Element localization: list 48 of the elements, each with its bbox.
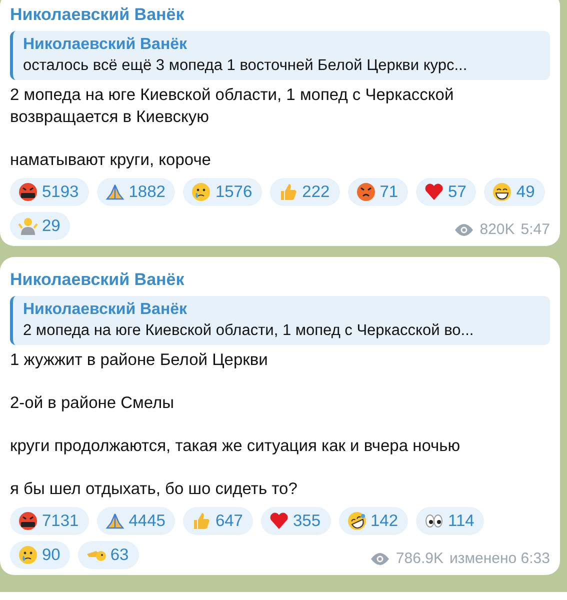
thumbs-up-icon bbox=[191, 511, 212, 531]
reaction-chip[interactable]: 5193 bbox=[10, 178, 89, 206]
view-count: 786.9K bbox=[396, 550, 444, 567]
reaction-chip[interactable]: 1882 bbox=[96, 178, 176, 206]
reaction-chip[interactable]: 355 bbox=[260, 507, 330, 535]
reaction-chip[interactable]: 57 bbox=[416, 178, 476, 206]
message-text: наматывают круги, короче bbox=[10, 150, 212, 171]
reaction-chip[interactable]: 1576 bbox=[183, 178, 262, 206]
reaction-chip[interactable]: 4445 bbox=[96, 507, 176, 535]
crying-face-icon bbox=[18, 545, 38, 565]
message-time: 5:47 bbox=[520, 221, 550, 238]
shrugging-person-icon bbox=[18, 216, 38, 236]
message-text: я бы шел отдыхать, бо шо сидеть то? bbox=[10, 479, 298, 500]
reaction-chip[interactable]: 114 bbox=[416, 507, 484, 535]
message-text: 2 мопеда на юге Киевской области, 1 мопед с Черкасской возвращается в Киевскую bbox=[10, 85, 455, 128]
view-count: 820K bbox=[480, 221, 515, 238]
heart-icon bbox=[268, 511, 289, 531]
grinning-face-icon bbox=[492, 182, 512, 202]
reaction-chip[interactable]: 90 bbox=[10, 541, 70, 569]
reply-quote[interactable]: Николаевский Ванёк осталось всё ещё 3 мопеда 1 восточней Белой Церкви курс... bbox=[10, 31, 550, 80]
angry-face-icon bbox=[356, 182, 376, 202]
author-name: Николаевский Ванёк bbox=[10, 269, 186, 291]
cursing-face-icon bbox=[18, 511, 38, 531]
reply-author: Николаевский Ванёк bbox=[23, 35, 188, 55]
reply-text: 2 мопеда на юге Киевской области, 1 мопед с Черкасской во... bbox=[23, 321, 475, 341]
message-time: изменено 6:33 bbox=[449, 550, 550, 567]
reaction-chip[interactable]: 222 bbox=[270, 178, 340, 206]
heart-icon bbox=[424, 182, 444, 202]
author-name: Николаевский Ванёк bbox=[10, 4, 186, 26]
reaction-chip[interactable]: 49 bbox=[484, 178, 545, 206]
reply-author: Николаевский Ванёк bbox=[23, 300, 188, 320]
message-text: 1 жужжит в районе Белой Церкви bbox=[10, 350, 269, 371]
reaction-chip[interactable]: 7131 bbox=[10, 507, 89, 535]
reaction-chip[interactable]: 29 bbox=[10, 212, 70, 240]
reaction-chip[interactable]: 71 bbox=[348, 178, 408, 206]
message-text: 2-ой в районе Смелы bbox=[10, 393, 175, 414]
reaction-chip[interactable]: 63 bbox=[78, 541, 139, 569]
reaction-chip[interactable]: 142 bbox=[338, 507, 408, 535]
laughing-face-icon bbox=[346, 511, 366, 531]
message-text: круги продолжаются, такая же ситуация как и вчера ночью bbox=[10, 436, 462, 457]
views-eye-icon bbox=[370, 552, 390, 566]
reply-quote[interactable]: Николаевский Ванёк 2 мопеда на юге Киевской области, 1 мопед с Черкасской во... bbox=[10, 296, 550, 345]
thumbs-up-icon bbox=[278, 182, 298, 202]
cursing-face-icon bbox=[18, 182, 38, 202]
reaction-chip[interactable]: 647 bbox=[183, 507, 253, 535]
views-eye-icon bbox=[454, 222, 474, 236]
reply-text: осталось всё ещё 3 мопеда 1 восточней Белой Церкви курс... bbox=[23, 56, 468, 76]
crying-face-icon bbox=[191, 182, 212, 202]
